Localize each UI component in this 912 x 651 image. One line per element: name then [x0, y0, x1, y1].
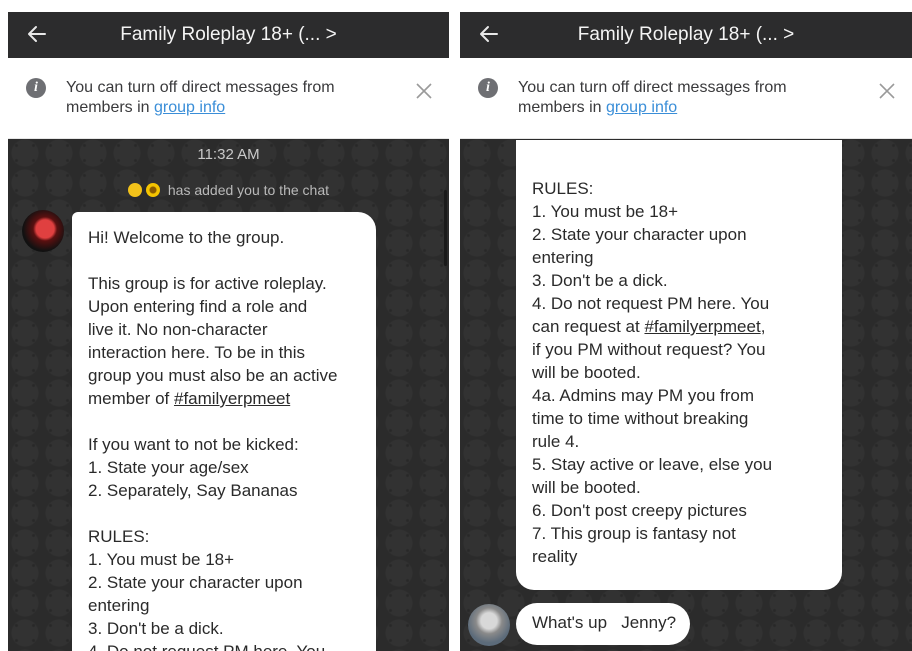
close-icon[interactable]	[415, 82, 433, 100]
notice-text: You can turn off direct messages from me…	[66, 79, 335, 116]
chat-title[interactable]: Family Roleplay 18+ (... >	[8, 24, 449, 46]
reply-message-bubble: What's up Jenny?	[516, 603, 690, 645]
smile-emoji-icon	[127, 183, 142, 197]
close-icon[interactable]	[878, 82, 896, 100]
group-info-link[interactable]: group info	[606, 99, 677, 116]
group-info-link[interactable]: group info	[154, 99, 225, 116]
chat-screen-right: Family Roleplay 18+ (... > i You can tur…	[460, 0, 912, 651]
message-timestamp: 11:32 AM	[197, 146, 260, 163]
info-icon: i	[478, 78, 498, 98]
sunflower-emoji-icon	[145, 183, 160, 197]
reply-sender-avatar[interactable]	[468, 604, 510, 646]
sender-avatar[interactable]	[22, 210, 64, 252]
info-icon: i	[26, 78, 46, 98]
rules-message-bubble: RULES: 1. You must be 18+ 2. State your …	[516, 140, 842, 590]
dm-notice-banner: i You can turn off direct messages from …	[8, 58, 449, 139]
chat-title[interactable]: Family Roleplay 18+ (... >	[460, 24, 912, 46]
hashtag-link[interactable]: #familyerpmeet	[174, 389, 290, 408]
welcome-message-bubble: Hi! Welcome to the group. This group is …	[72, 212, 376, 651]
dm-notice-banner: i You can turn off direct messages from …	[460, 58, 912, 139]
hashtag-link[interactable]: #familyerpmeet	[644, 317, 760, 336]
scroll-indicator[interactable]	[444, 190, 447, 266]
notice-text: You can turn off direct messages from me…	[518, 79, 787, 116]
system-message: has added you to the chat	[8, 182, 449, 198]
chat-header: Family Roleplay 18+ (... >	[8, 12, 449, 58]
chat-screen-left: Family Roleplay 18+ (... > i You can tur…	[8, 0, 449, 651]
chat-header: Family Roleplay 18+ (... >	[460, 12, 912, 58]
